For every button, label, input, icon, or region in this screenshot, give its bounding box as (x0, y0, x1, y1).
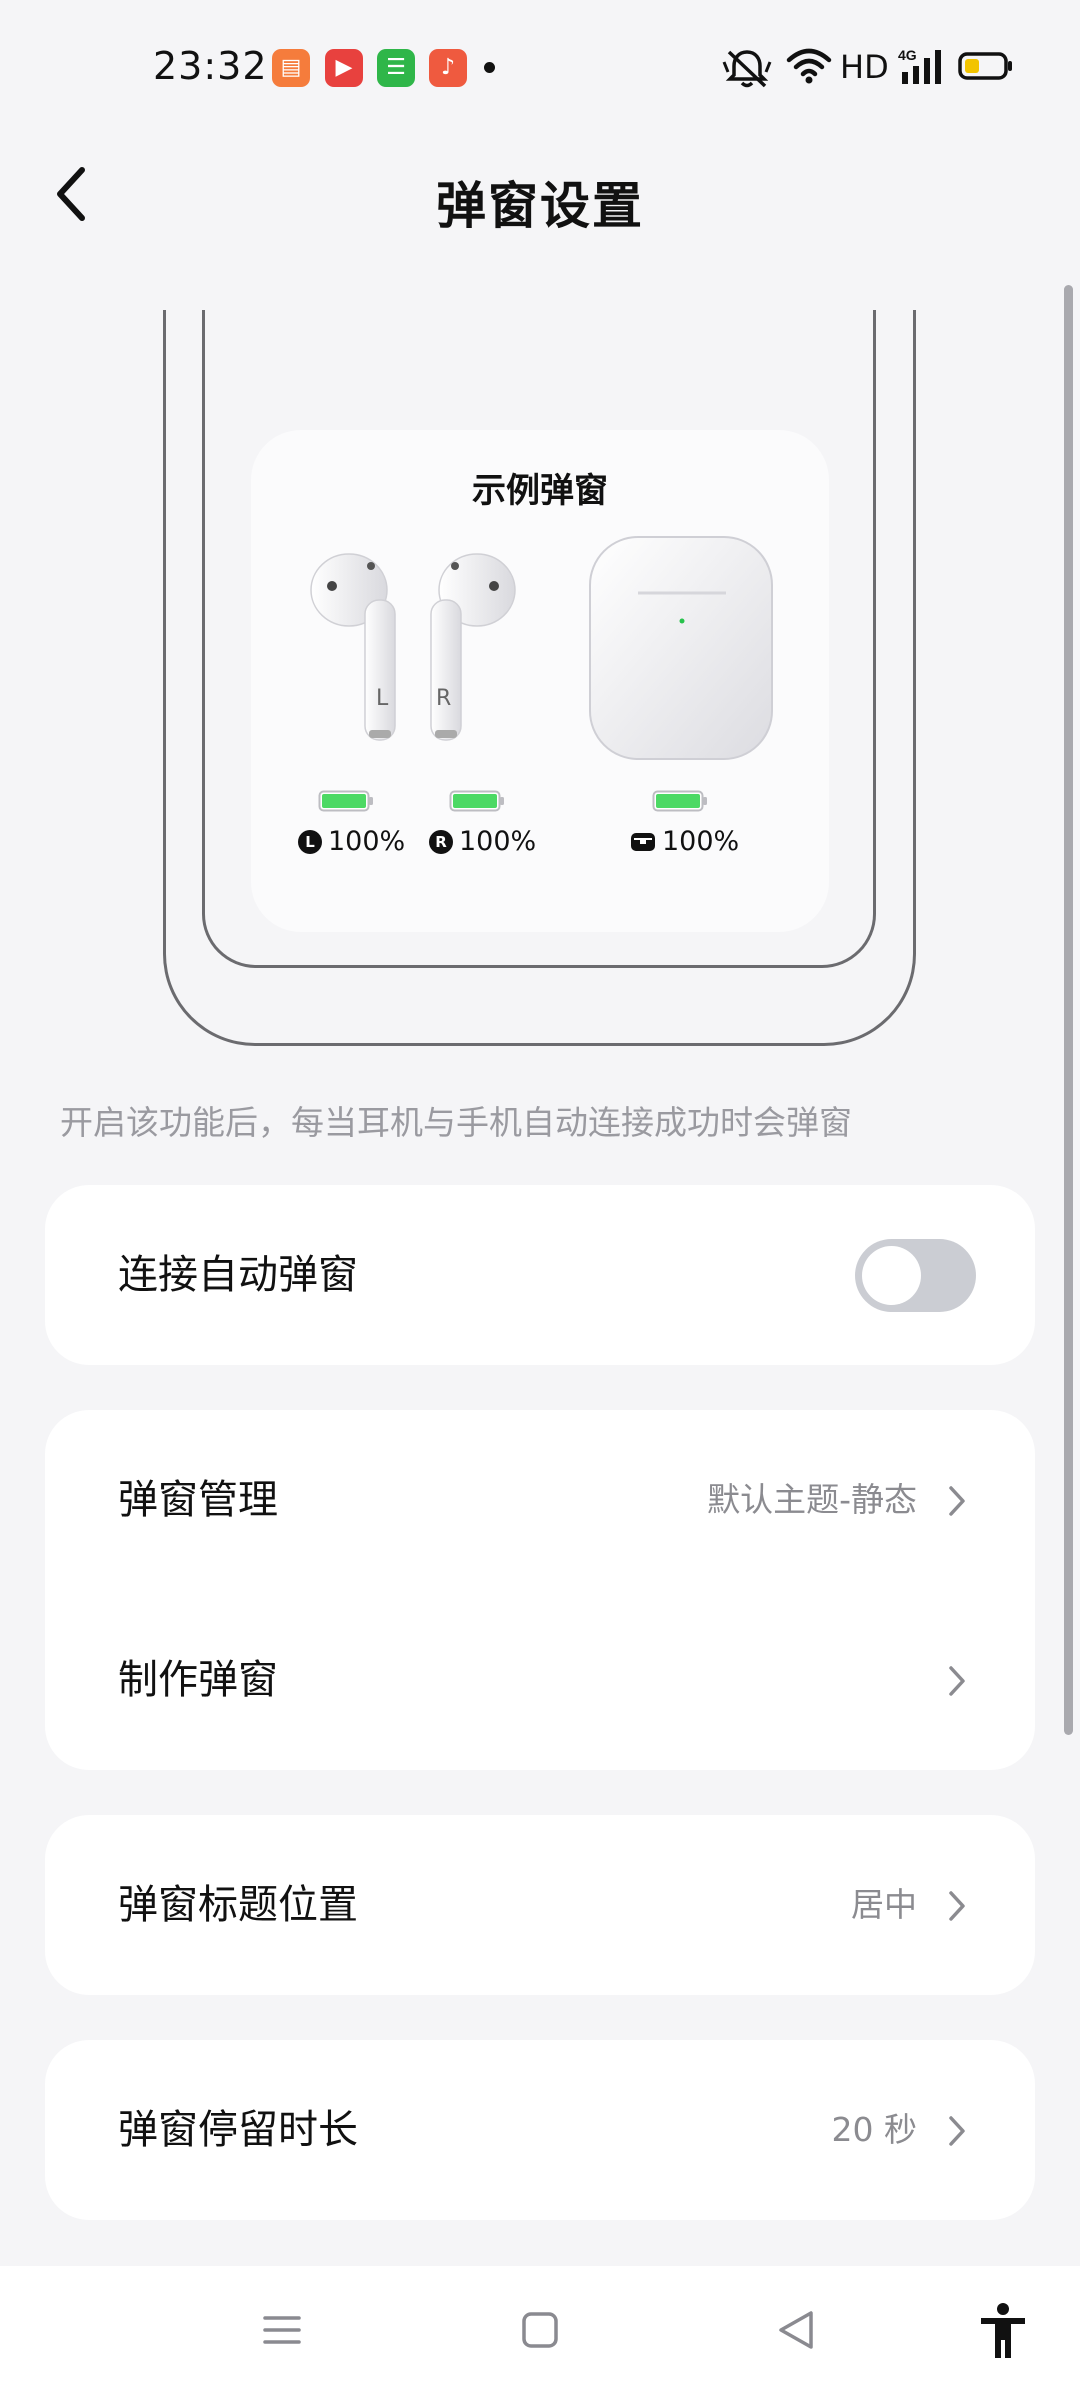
left-battery-label: L 100% (298, 826, 405, 857)
right-earbud-letter: R (436, 686, 452, 711)
home-square-icon[interactable] (520, 2310, 560, 2350)
chevron-right-icon (949, 1891, 965, 1921)
video-app-icon: ▶ (325, 49, 363, 87)
case-battery-icon (652, 790, 707, 812)
left-badge-icon: L (298, 829, 322, 854)
toggle-knob (862, 1246, 921, 1305)
popup-manage-row[interactable]: 弹窗管理 默认主题-静态 (45, 1410, 1035, 1590)
right-battery-label: R 100% (429, 826, 536, 857)
book-app-icon: ▤ (272, 49, 310, 87)
cellular-signal-icon: 4G (898, 47, 941, 84)
menu-icon[interactable] (262, 2310, 302, 2350)
status-bar: 23:32 ▤ ▶ ☰ ♪ HD 4G (0, 0, 1080, 140)
right-badge-icon: R (429, 829, 453, 854)
chevron-right-icon (949, 1486, 965, 1516)
scrollbar[interactable] (1064, 285, 1073, 1735)
chevron-right-icon (949, 1666, 965, 1696)
left-battery-icon (318, 790, 373, 812)
mute-bell-icon (722, 50, 772, 88)
make-popup-row[interactable]: 制作弹窗 (45, 1590, 1035, 1770)
page-title: 弹窗设置 (436, 177, 644, 235)
right-battery-icon (449, 790, 504, 812)
case-battery-label: 100% (630, 826, 739, 857)
charging-case-icon (589, 536, 773, 760)
title-position-value: 居中 (851, 1885, 917, 1924)
duration-row[interactable]: 弹窗停留时长 20 秒 (45, 2040, 1035, 2220)
wifi-icon (786, 48, 832, 84)
auto-popup-label: 连接自动弹窗 (118, 1252, 358, 1298)
hint-text: 开启该功能后，每当耳机与手机自动连接成功时会弹窗 (60, 1103, 852, 1142)
auto-popup-row[interactable]: 连接自动弹窗 (45, 1185, 1035, 1365)
popup-manage-card: 弹窗管理 默认主题-静态 制作弹窗 (45, 1410, 1035, 1770)
case-small-icon (631, 832, 655, 851)
make-popup-label: 制作弹窗 (118, 1657, 278, 1703)
svg-text:4G: 4G (898, 47, 917, 63)
navigation-bar (0, 2266, 1080, 2400)
auto-popup-toggle[interactable] (855, 1239, 976, 1312)
sample-popup-title: 示例弹窗 (472, 471, 608, 511)
title-position-row[interactable]: 弹窗标题位置 居中 (45, 1815, 1035, 1995)
back-triangle-icon[interactable] (775, 2308, 817, 2352)
left-earbud-letter: L (376, 686, 389, 711)
notification-dot-icon (484, 62, 495, 73)
status-time: 23:32 (153, 44, 268, 88)
duration-card: 弹窗停留时长 20 秒 (45, 2040, 1035, 2220)
duration-value: 20 秒 (831, 2110, 917, 2149)
chevron-right-icon (949, 2116, 965, 2146)
music-app-icon: ♪ (429, 49, 467, 87)
screen: 23:32 ▤ ▶ ☰ ♪ HD 4G 弹窗设置 示例弹窗 L R L 100%… (0, 0, 1080, 2400)
left-earbud-icon (310, 553, 396, 741)
popup-manage-label: 弹窗管理 (118, 1477, 278, 1523)
battery-icon (958, 52, 1012, 80)
left-battery-percent: 100% (328, 826, 406, 857)
accessibility-icon[interactable] (978, 2302, 1028, 2360)
right-earbud-icon (430, 553, 516, 741)
shopping-app-icon: ☰ (377, 49, 415, 87)
duration-label: 弹窗停留时长 (118, 2107, 358, 2153)
right-battery-percent: 100% (459, 826, 537, 857)
network-type-label: HD (840, 48, 889, 86)
title-position-label: 弹窗标题位置 (118, 1882, 358, 1928)
auto-popup-card: 连接自动弹窗 (45, 1185, 1035, 1365)
popup-manage-value: 默认主题-静态 (707, 1480, 917, 1519)
case-battery-percent: 100% (662, 826, 740, 857)
title-position-card: 弹窗标题位置 居中 (45, 1815, 1035, 1995)
